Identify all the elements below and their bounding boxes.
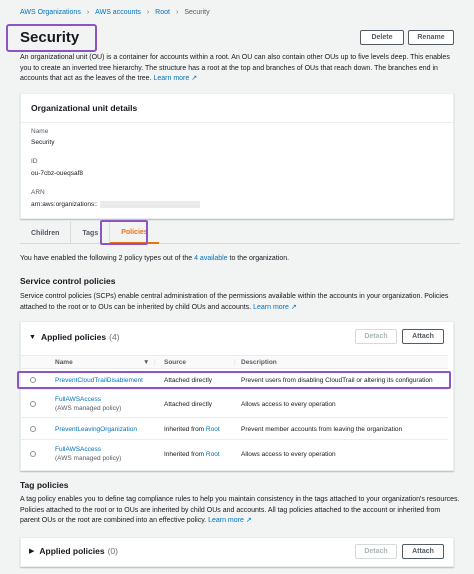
scp-panel-count: (4)	[109, 332, 120, 342]
col-description[interactable]: Description	[241, 359, 277, 366]
policy-name-link[interactable]: PreventLeavingOrganization	[55, 425, 137, 434]
policy-name-sub: (AWS managed policy)	[55, 405, 122, 412]
source-root-link[interactable]: Root	[206, 451, 220, 458]
col-name[interactable]: Name	[55, 359, 73, 366]
tag-detach-button[interactable]: Detach	[355, 544, 397, 559]
scp-panel-header[interactable]: ▼ Applied policies (4)	[29, 332, 120, 342]
arn-value: arn:aws:organizations::	[31, 201, 200, 208]
ou-details-heading: Organizational unit details	[21, 94, 453, 123]
rename-button[interactable]: Rename	[408, 30, 454, 45]
sort-icon[interactable]: ▼	[143, 359, 149, 366]
tab-children[interactable]: Children	[20, 222, 72, 244]
policy-source: Inherited from Root	[164, 451, 220, 458]
breadcrumb-aws-accounts[interactable]: AWS accounts	[95, 9, 141, 16]
chevron-right-icon: ›	[86, 9, 90, 16]
chevron-right-icon: ›	[175, 9, 179, 16]
row-radio[interactable]	[30, 401, 36, 407]
tag-policies-heading: Tag policies	[20, 480, 69, 490]
delete-button[interactable]: Delete	[360, 30, 404, 45]
tag-attach-button[interactable]: Attach	[402, 544, 444, 559]
table-row[interactable]: PreventLeavingOrganization Inherited fro…	[21, 418, 448, 440]
policy-source: Inherited from Root	[164, 426, 220, 433]
policy-name-link[interactable]: FullAWSAccess	[55, 445, 101, 454]
tag-panel-header[interactable]: ▶ Applied policies (0)	[29, 546, 118, 556]
breadcrumb-aws-organizations[interactable]: AWS Organizations	[20, 9, 81, 16]
row-radio[interactable]	[30, 426, 36, 432]
policy-notice: You have enabled the following 2 policy …	[20, 255, 290, 262]
arn-text: arn:aws:organizations::	[31, 201, 98, 209]
tag-learn-more-link[interactable]: Learn more ↗	[208, 517, 252, 524]
caret-right-icon: ▶	[29, 548, 35, 555]
external-link-icon: ↗	[290, 303, 297, 311]
breadcrumb-root[interactable]: Root	[155, 9, 170, 16]
policy-description: Allows access to every operation	[241, 401, 336, 408]
intro-text: An organizational unit (OU) is a contain…	[20, 54, 450, 82]
policy-description: Allows access to every operation	[241, 451, 336, 458]
column-divider: |	[154, 359, 156, 366]
ou-details-card: Organizational unit details Name Securit…	[20, 93, 454, 219]
scp-heading: Service control policies	[20, 276, 116, 286]
table-row[interactable]: FullAWSAccess (AWS managed policy) Attac…	[21, 390, 448, 418]
tag-panel-title: Applied policies	[39, 546, 105, 556]
breadcrumb: AWS Organizations › AWS accounts › Root …	[20, 9, 210, 16]
col-source[interactable]: Source	[164, 359, 186, 366]
id-value: ou-7cbz-oueqsaf8	[31, 170, 84, 177]
policy-source: Attached directly	[164, 401, 213, 408]
learn-more-link[interactable]: Learn more ↗	[153, 75, 197, 82]
scp-description: Service control policies (SCPs) enable c…	[20, 293, 449, 311]
tab-bar: Children Tags Policies	[20, 222, 460, 244]
scp-panel-title: Applied policies	[40, 332, 107, 342]
tag-policies-description: A tag policy enables you to define tag c…	[20, 496, 460, 524]
external-link-icon: ↗	[245, 517, 252, 524]
external-link-icon: ↗	[191, 75, 198, 82]
id-label: ID	[31, 158, 38, 165]
page-intro: An organizational unit (OU) is a contain…	[20, 53, 460, 85]
breadcrumb-current: Security	[184, 9, 210, 16]
row-radio[interactable]	[30, 451, 36, 457]
column-divider: |	[234, 359, 236, 366]
redacted-block	[99, 201, 200, 208]
scp-table-header: Name ▼ | Source | Description	[21, 355, 448, 369]
name-value: Security	[31, 139, 55, 146]
tab-highlight-box	[100, 220, 148, 245]
table-row[interactable]: FullAWSAccess (AWS managed policy) Inher…	[21, 440, 448, 468]
page-title: Security	[20, 29, 80, 46]
available-policies-link[interactable]: 4 available	[194, 255, 227, 262]
source-root-link[interactable]: Root	[206, 426, 220, 433]
scp-learn-more-link[interactable]: Learn more ↗	[253, 304, 297, 311]
tag-panel-count: (0)	[107, 546, 118, 556]
policy-name-sub: (AWS managed policy)	[55, 455, 122, 462]
row-highlight-box	[17, 371, 451, 389]
caret-down-icon: ▼	[29, 333, 36, 341]
name-label: Name	[31, 128, 49, 135]
scp-attach-button[interactable]: Attach	[402, 329, 444, 344]
policy-description: Prevent member accounts from leaving the…	[241, 426, 403, 433]
chevron-right-icon: ›	[146, 9, 150, 16]
arn-label: ARN	[31, 189, 45, 196]
scp-detach-button[interactable]: Detach	[355, 329, 397, 344]
policy-name-link[interactable]: FullAWSAccess	[55, 395, 101, 404]
